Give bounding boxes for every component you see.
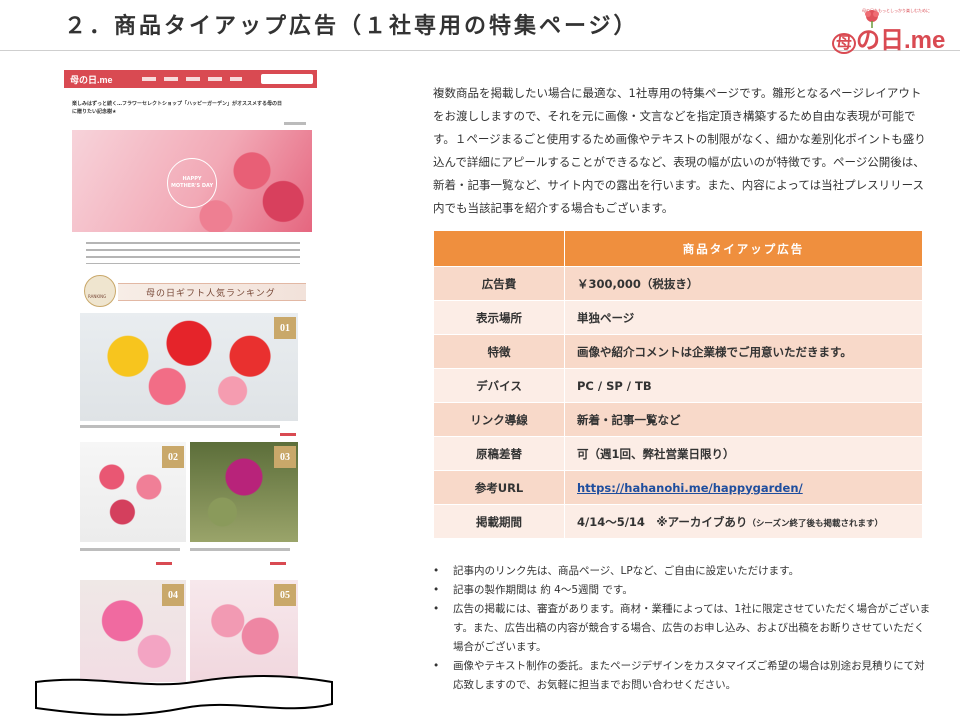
header-divider	[0, 50, 960, 51]
row-label: リンク導線	[433, 402, 565, 437]
row-label: 表示場所	[433, 300, 565, 335]
mock-date	[284, 122, 306, 125]
product-description: 複数商品を掲載したい場合に最適な、1社専用の特集ページです。雛形となるページレイ…	[433, 86, 926, 215]
mock-price	[270, 562, 286, 565]
mock-ranking-title: 母の日ギフト人気ランキング	[146, 289, 276, 299]
row-label: 特徴	[433, 334, 565, 369]
row-value: ￥300,000（税抜き）	[564, 266, 923, 301]
reference-url-link[interactable]: https://hahanohi.me/happygarden/	[577, 481, 803, 495]
mock-rank-number: 03	[274, 446, 296, 468]
period-note: （シーズン終了後も掲載されます）	[747, 518, 883, 529]
mock-rank-number: 04	[162, 584, 184, 606]
table-row: 広告費 ￥300,000（税抜き）	[433, 266, 923, 301]
row-label: 広告費	[433, 266, 565, 301]
mock-product-photo-4: 04	[80, 580, 186, 682]
period-value: 4/14～5/14 ※アーカイブあり	[577, 514, 748, 529]
mock-price	[156, 562, 172, 565]
mock-caption	[190, 548, 290, 551]
notes-list: 記事内のリンク先は、商品ページ、LPなど、ご自由に設定いただけます。 記事の製作…	[433, 562, 933, 695]
mock-hero-image: HAPPY MOTHER'S DAY	[72, 130, 312, 232]
brand-logo[interactable]: 母の日をもっとしっかり楽しむために 母の日.me	[832, 8, 950, 54]
mock-rank-number: 02	[162, 446, 184, 468]
mock-product-photo-5: 05	[190, 580, 298, 682]
brand-wordmark: 母の日.me	[832, 20, 945, 55]
table-header-blank	[433, 230, 565, 267]
brand-wordmark-prefix: 母	[832, 33, 857, 54]
row-label: 参考URL	[433, 470, 565, 505]
mock-product-photo-1: 01	[80, 313, 298, 421]
mock-price	[280, 433, 296, 436]
row-value: https://hahanohi.me/happygarden/	[564, 470, 923, 505]
table-header-row: 商品タイアップ広告	[433, 230, 923, 267]
table-row: 表示場所 単独ページ	[433, 300, 923, 335]
row-value: 新着・記事一覧など	[564, 402, 923, 437]
row-value: PC / SP / TB	[564, 368, 923, 403]
list-item: 記事内のリンク先は、商品ページ、LPなど、ご自由に設定いただけます。	[433, 562, 933, 581]
torn-edge-shape	[35, 675, 333, 716]
mock-hero-badge: HAPPY MOTHER'S DAY	[167, 158, 217, 208]
row-label: 原稿差替	[433, 436, 565, 471]
mock-nav-logo: 母の日.me	[70, 75, 113, 85]
row-value: 4/14～5/14 ※アーカイブあり（シーズン終了後も掲載されます）	[564, 504, 923, 539]
mock-rank-number: 01	[274, 317, 296, 339]
row-label: 掲載期間	[433, 504, 565, 539]
mock-article-title: 楽しみはずっと続く…フラワーセレクトショップ「ハッピーガーデン」がオススメする母…	[72, 101, 283, 115]
list-item: 広告の掲載には、審査があります。商材・業種によっては、1社に限定させていただく場…	[433, 600, 933, 657]
list-item: 画像やテキスト制作の委託。またページデザインをカスタマイズご希望の場合は別途お見…	[433, 657, 933, 695]
table-row: 掲載期間 4/14～5/14 ※アーカイブあり（シーズン終了後も掲載されます）	[433, 504, 923, 539]
mock-product-photo-3: 03	[190, 442, 298, 542]
mock-nav-items	[142, 77, 242, 81]
mock-caption	[80, 548, 180, 551]
table-row: リンク導線 新着・記事一覧など	[433, 402, 923, 437]
table-row: デバイス PC / SP / TB	[433, 368, 923, 403]
row-value: 可（週1回、弊社営業日限り）	[564, 436, 923, 471]
table-row: 参考URL https://hahanohi.me/happygarden/	[433, 470, 923, 505]
mock-body-text	[86, 242, 300, 264]
table-row: 特徴 画像や紹介コメントは企業様でご用意いただきます。	[433, 334, 923, 369]
page-title: ２．商品タイアップ広告（１社専用の特集ページ）	[64, 14, 639, 39]
website-mock-screenshot: 母の日.me 楽しみはずっと続く…フラワーセレクトショップ「ハッピーガーデン」が…	[64, 70, 317, 682]
row-label: デバイス	[433, 368, 565, 403]
ad-spec-table: 商品タイアップ広告 広告費 ￥300,000（税抜き） 表示場所 単独ページ 特…	[433, 230, 923, 539]
mock-product-photo-2: 02	[80, 442, 186, 542]
mock-ranking-emblem: RANKING	[84, 275, 116, 307]
mock-nav-bar: 母の日.me	[64, 70, 317, 88]
mock-search-box	[261, 74, 313, 84]
table-header-title: 商品タイアップ広告	[564, 230, 923, 267]
mock-rank-number: 05	[274, 584, 296, 606]
brand-wordmark-text: の日.me	[856, 27, 946, 54]
mock-ranking-badge: RANKING	[88, 294, 107, 299]
list-item: 記事の製作期間は 約 4～5週間 です。	[433, 581, 933, 600]
mock-caption	[80, 425, 280, 428]
row-value: 画像や紹介コメントは企業様でご用意いただきます。	[564, 334, 923, 369]
row-value: 単独ページ	[564, 300, 923, 335]
table-row: 原稿差替 可（週1回、弊社営業日限り）	[433, 436, 923, 471]
mock-ranking-banner: RANKING 母の日ギフト人気ランキング	[84, 275, 306, 307]
